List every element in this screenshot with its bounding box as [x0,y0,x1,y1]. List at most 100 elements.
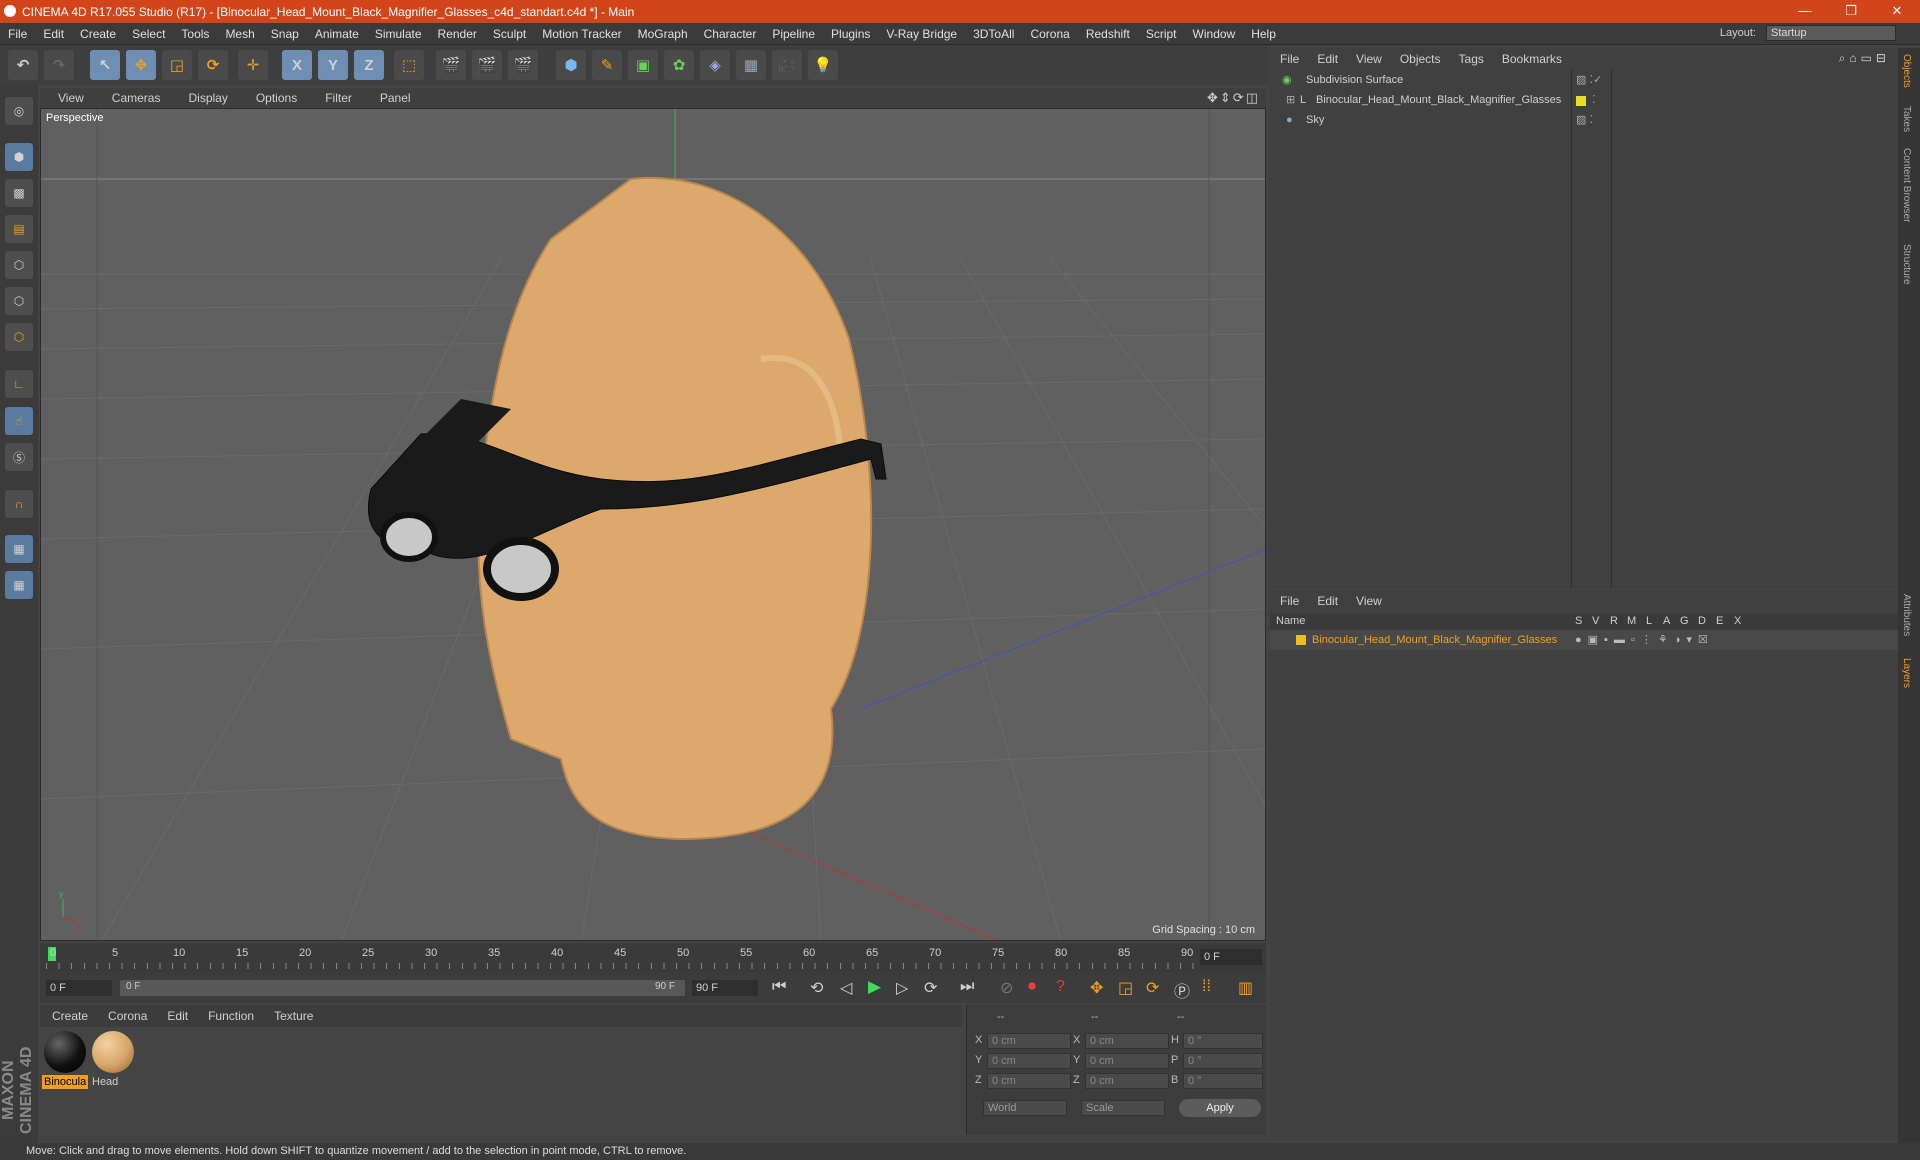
menu-corona[interactable]: Corona [1022,27,1077,41]
obj-menu-view[interactable]: View [1346,52,1390,66]
size-z-field[interactable]: 0 cm [1085,1073,1169,1089]
viewport-menu-filter[interactable]: Filter [307,91,362,105]
position-z-field[interactable]: 0 cm [987,1073,1071,1089]
select-tool-icon[interactable]: ↖ [90,50,120,80]
lock-workplane-icon[interactable]: ▦ [5,571,33,599]
menu-edit[interactable]: Edit [35,27,72,41]
material-menu-texture[interactable]: Texture [262,1009,321,1023]
next-key-icon[interactable]: ⟳ [924,978,937,998]
current-frame-field[interactable]: 0 F [1200,949,1262,965]
cloner-icon[interactable]: ✿ [664,50,694,80]
obj-menu-file[interactable]: File [1270,52,1307,66]
tab-structure[interactable]: Structure [1901,244,1912,285]
viewport-nav-icons[interactable]: ✥⇕⟳◫ [1207,90,1260,106]
material-head[interactable]: Head [90,1029,136,1089]
menu-script[interactable]: Script [1138,27,1185,41]
render-picture-viewer-icon[interactable]: 🎬 [472,50,502,80]
keyframe-selection-icon[interactable]: ⊘ [1000,978,1013,998]
timeline-window-icon[interactable]: ▥ [1238,978,1253,998]
obj-menu-bookmarks[interactable]: Bookmarks [1492,52,1570,66]
menu-vray-bridge[interactable]: V-Ray Bridge [878,27,965,41]
tab-objects[interactable]: Objects [1901,54,1912,88]
layer-menu-view[interactable]: View [1346,594,1390,608]
size-mode-select[interactable]: Scale [1081,1100,1165,1116]
obj-menu-edit[interactable]: Edit [1307,52,1346,66]
material-menu-create[interactable]: Create [40,1009,96,1023]
menu-snap[interactable]: Snap [263,27,307,41]
step-back-icon[interactable]: ◁ [840,978,852,998]
previous-key-icon[interactable]: ⟲ [810,978,823,998]
layer-row[interactable]: Binocular_Head_Mount_Black_Magnifier_Gla… [1270,630,1898,650]
menu-create[interactable]: Create [72,27,124,41]
menu-select[interactable]: Select [124,27,173,41]
go-to-end-icon[interactable]: ⏭ [960,978,974,996]
object-row-subdivision[interactable]: ◉ Subdivision Surface ▨ ⁚✓ [1270,70,1898,90]
material-menu-corona[interactable]: Corona [96,1009,155,1023]
solo-mode-icon[interactable]: Ⓢ [5,443,33,471]
minimize-button[interactable]: — [1782,0,1828,23]
tab-attributes[interactable]: Attributes [1901,594,1912,636]
points-mode-icon[interactable]: ⬡ [5,251,33,279]
layer-menu-file[interactable]: File [1270,594,1307,608]
play-icon[interactable]: ▶ [868,977,881,997]
menu-character[interactable]: Character [696,27,765,41]
key-move-icon[interactable]: ✥ [1090,978,1103,998]
layer-menu-edit[interactable]: Edit [1307,594,1346,608]
move-axis-icon[interactable]: ✛ [238,50,268,80]
polygons-mode-icon[interactable]: ⬡ [5,323,33,351]
texture-mode-icon[interactable]: ▩ [5,179,33,207]
expand-icon[interactable]: ⊞ [1286,90,1295,110]
size-y-field[interactable]: 0 cm [1085,1053,1169,1069]
menu-plugins[interactable]: Plugins [823,27,878,41]
go-to-start-icon[interactable]: ⏮ [772,978,786,996]
perspective-viewport[interactable]: yz Perspective Grid Spacing : 10 cm [40,108,1266,941]
material-menu-function[interactable]: Function [196,1009,262,1023]
object-row-binocular[interactable]: ⊞ L Binocular_Head_Mount_Black_Magnifier… [1270,90,1898,110]
cube-icon[interactable]: ⬢ [556,50,586,80]
layer-toggle-icons[interactable]: ●▣▪▬▫⋮⚘◑▾☒ [1575,630,1714,650]
model-mode-icon[interactable]: ⬢ [5,143,33,171]
menu-mograph[interactable]: MoGraph [630,27,696,41]
viewport-menu-options[interactable]: Options [238,91,307,105]
layer-color-swatch[interactable] [1296,635,1306,645]
visibility-dots[interactable]: ⁚ [1592,90,1596,110]
edges-mode-icon[interactable]: ⬡ [5,287,33,315]
rotation-h-field[interactable]: 0 ° [1183,1033,1263,1049]
move-tool-icon[interactable]: ✥ [126,50,156,80]
viewport-menu-cameras[interactable]: Cameras [94,91,171,105]
workplane-mode-icon[interactable]: ▤ [5,215,33,243]
timeline-ruler[interactable]: 0 5 10 15 20 25 30 35 40 45 50 55 60 65 … [40,943,1266,973]
obj-menu-objects[interactable]: Objects [1390,52,1449,66]
menu-3dtoall[interactable]: 3DToAll [965,27,1022,41]
magnet-icon[interactable]: ∩ [5,490,33,518]
layout-select[interactable]: Startup [1766,25,1896,41]
menu-file[interactable]: File [0,27,35,41]
key-scale-icon[interactable]: ◲ [1118,978,1133,998]
menu-render[interactable]: Render [430,27,485,41]
coordinate-mode-select[interactable]: World [983,1100,1067,1116]
apply-button[interactable]: Apply [1179,1099,1261,1117]
menu-sculpt[interactable]: Sculpt [485,27,534,41]
scale-tool-icon[interactable]: ◲ [162,50,192,80]
position-x-field[interactable]: 0 cm [987,1033,1071,1049]
layer-color-swatch[interactable] [1576,96,1586,106]
step-forward-icon[interactable]: ▷ [896,978,908,998]
object-row-sky[interactable]: ● Sky ▨ ⁚ [1270,110,1898,130]
end-frame-field[interactable]: 90 F [692,980,758,996]
key-rotate-icon[interactable]: ⟳ [1146,978,1159,998]
axis-mode-icon[interactable]: ∟ [5,370,33,398]
x-axis-button[interactable]: X [282,50,312,80]
menu-motion-tracker[interactable]: Motion Tracker [534,27,629,41]
render-settings-icon[interactable]: 🎬 [508,50,538,80]
camera-icon[interactable]: 🎥 [772,50,802,80]
start-frame-field[interactable]: 0 F [46,980,112,996]
make-editable-icon[interactable]: ◎ [5,97,33,125]
tweak-mode-icon[interactable]: ☝ [5,407,33,435]
record-icon[interactable]: ⏺ [1028,978,1036,996]
menu-simulate[interactable]: Simulate [367,27,430,41]
coordinate-system-icon[interactable]: ⬚ [394,50,424,80]
close-button[interactable]: ✕ [1874,0,1920,23]
size-x-field[interactable]: 0 cm [1085,1033,1169,1049]
viewport-menu-view[interactable]: View [40,91,94,105]
menu-help[interactable]: Help [1243,27,1284,41]
